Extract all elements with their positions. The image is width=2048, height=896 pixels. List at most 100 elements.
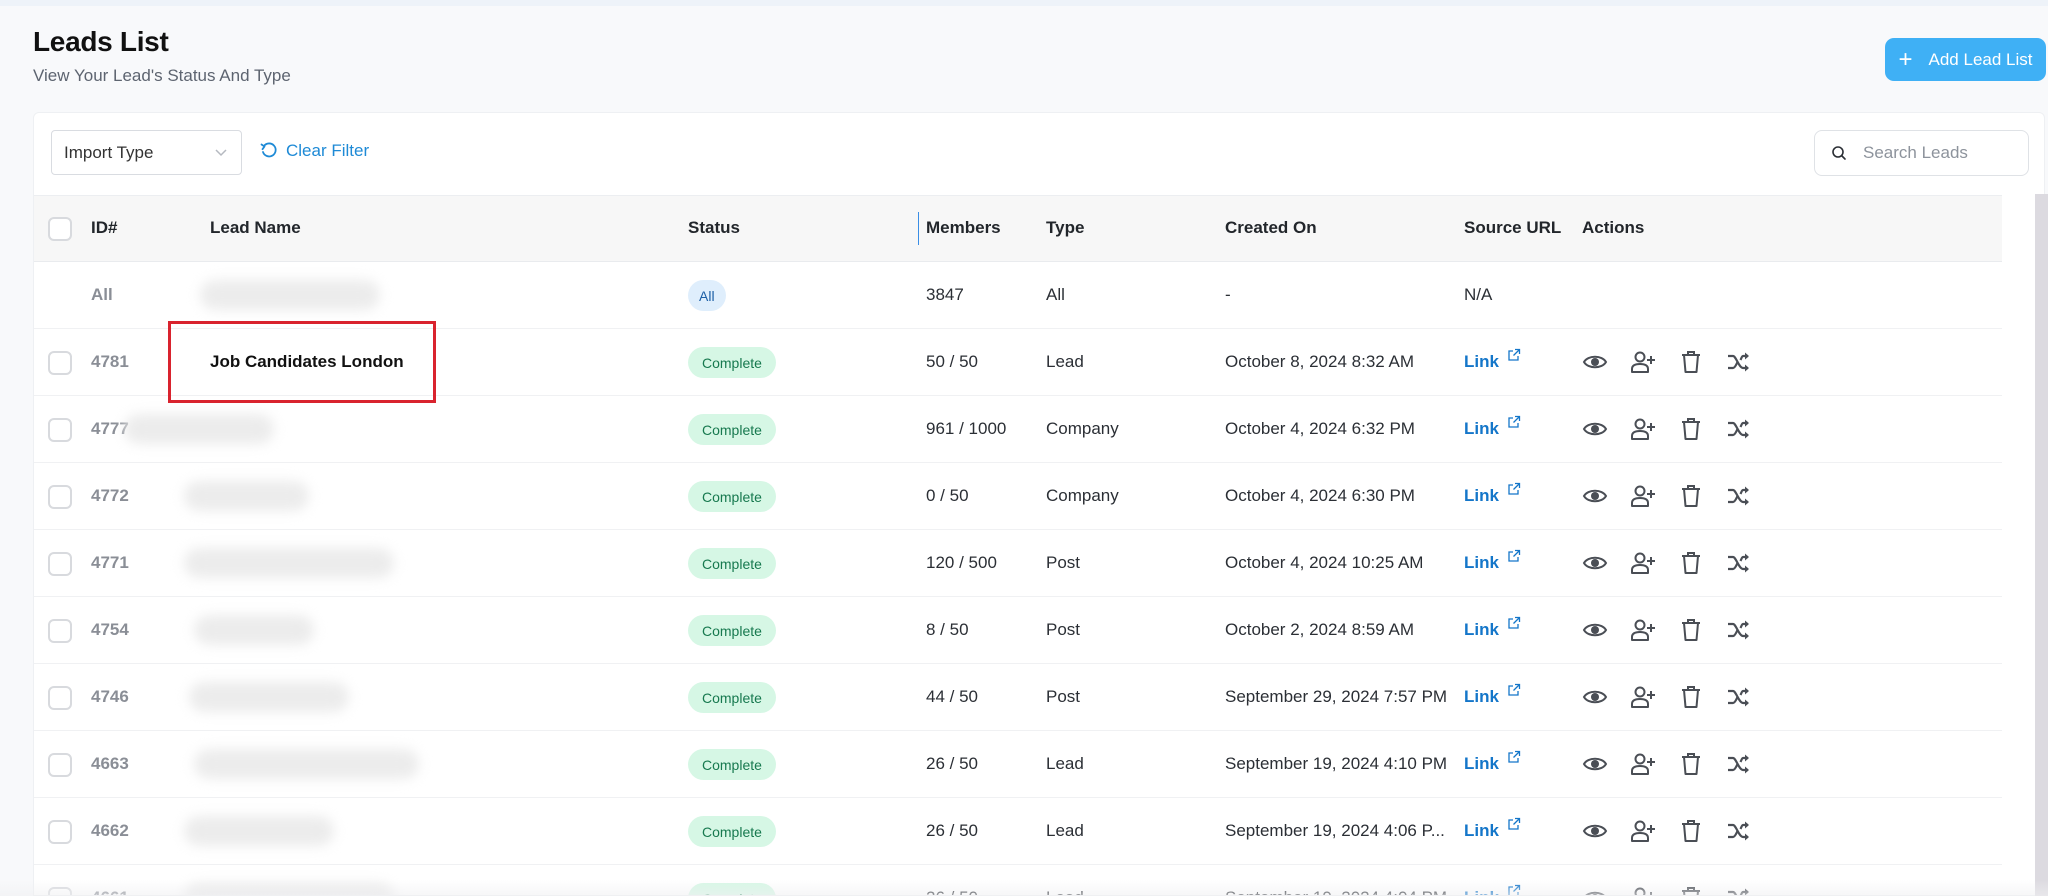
table-row[interactable]: 4662 Complete 26 / 50 Lead September 19,… [34, 798, 2002, 865]
page-header: Leads List View Your Lead's Status And T… [33, 26, 291, 86]
row-checkbox[interactable] [48, 753, 72, 777]
source-link[interactable]: Link [1464, 884, 1521, 895]
lead-type: Lead [1046, 352, 1084, 371]
external-link-icon [1508, 884, 1521, 895]
eye-icon[interactable] [1582, 349, 1608, 375]
table-row[interactable]: 4771 Complete 120 / 500 Post October 4, … [34, 530, 2002, 597]
vertical-scrollbar[interactable] [2035, 194, 2048, 896]
shuffle-icon[interactable] [1726, 684, 1752, 710]
add-user-icon[interactable] [1630, 818, 1656, 844]
column-header-status[interactable]: Status [688, 218, 740, 238]
eye-icon[interactable] [1582, 684, 1608, 710]
shuffle-icon[interactable] [1726, 818, 1752, 844]
row-checkbox[interactable] [48, 351, 72, 375]
table-row[interactable]: 4754 Complete 8 / 50 Post October 2, 202… [34, 597, 2002, 664]
source-link-label: Link [1464, 486, 1499, 505]
created-on: October 2, 2024 8:59 AM [1225, 620, 1415, 639]
add-lead-list-button[interactable]: + Add Lead List [1885, 38, 2046, 81]
add-user-icon[interactable] [1630, 349, 1656, 375]
table-row[interactable]: 4661 Complete 26 / 50 Lead September 19,… [34, 865, 2002, 895]
row-actions [1582, 751, 1752, 777]
select-all-checkbox[interactable] [48, 217, 72, 241]
source-link[interactable]: Link [1464, 750, 1521, 774]
table-row[interactable]: 4777 Complete 961 / 1000 Company October… [34, 396, 2002, 463]
shuffle-icon[interactable] [1726, 885, 1752, 895]
external-link-icon [1508, 817, 1521, 830]
source-link[interactable]: Link [1464, 817, 1521, 841]
add-user-icon[interactable] [1630, 684, 1656, 710]
add-user-icon[interactable] [1630, 550, 1656, 576]
shuffle-icon[interactable] [1726, 349, 1752, 375]
clear-filter-button[interactable]: Clear Filter [260, 141, 369, 161]
blurred-lead-name [194, 749, 419, 779]
column-header-type[interactable]: Type [1046, 218, 1084, 238]
column-resize-handle[interactable] [918, 212, 919, 245]
source-link[interactable]: Link [1464, 616, 1521, 640]
source-link[interactable]: Link [1464, 348, 1521, 372]
row-checkbox[interactable] [48, 418, 72, 442]
shuffle-icon[interactable] [1726, 416, 1752, 442]
row-checkbox[interactable] [48, 820, 72, 844]
source-link[interactable]: Link [1464, 683, 1521, 707]
trash-icon[interactable] [1678, 416, 1704, 442]
lead-type: Lead [1046, 888, 1084, 895]
source-link[interactable]: Link [1464, 415, 1521, 439]
created-on: September 19, 2024 4:06 P... [1225, 821, 1445, 840]
import-type-select[interactable]: Import Type [51, 130, 242, 175]
trash-icon[interactable] [1678, 483, 1704, 509]
row-id: 4772 [91, 486, 129, 505]
trash-icon[interactable] [1678, 751, 1704, 777]
status-badge: Complete [688, 682, 776, 713]
shuffle-icon[interactable] [1726, 483, 1752, 509]
add-user-icon[interactable] [1630, 617, 1656, 643]
column-header-source-url[interactable]: Source URL [1464, 218, 1561, 238]
blurred-lead-name [194, 615, 314, 645]
search-box[interactable] [1814, 130, 2029, 176]
trash-icon[interactable] [1678, 818, 1704, 844]
table-row[interactable]: 4746 Complete 44 / 50 Post September 29,… [34, 664, 2002, 731]
table-row[interactable]: 4663 Complete 26 / 50 Lead September 19,… [34, 731, 2002, 798]
table-row[interactable]: 4781 Job Candidates London Complete 50 /… [34, 329, 2002, 396]
trash-icon[interactable] [1678, 349, 1704, 375]
page-subtitle: View Your Lead's Status And Type [33, 66, 291, 85]
column-header-created-on[interactable]: Created On [1225, 218, 1317, 238]
eye-icon[interactable] [1582, 818, 1608, 844]
search-input[interactable] [1863, 143, 2013, 163]
add-user-icon[interactable] [1630, 483, 1656, 509]
source-link[interactable]: Link [1464, 482, 1521, 506]
row-checkbox[interactable] [48, 686, 72, 710]
trash-icon[interactable] [1678, 617, 1704, 643]
created-on: October 4, 2024 6:32 PM [1225, 419, 1415, 438]
column-header-lead-name[interactable]: Lead Name [210, 218, 301, 238]
add-user-icon[interactable] [1630, 751, 1656, 777]
column-header-members[interactable]: Members [926, 218, 1001, 238]
add-user-icon[interactable] [1630, 885, 1656, 895]
row-checkbox[interactable] [48, 552, 72, 576]
shuffle-icon[interactable] [1726, 617, 1752, 643]
row-checkbox[interactable] [48, 887, 72, 895]
row-checkbox[interactable] [48, 619, 72, 643]
trash-icon[interactable] [1678, 684, 1704, 710]
column-header-id[interactable]: ID# [91, 218, 117, 238]
table-row[interactable]: 4772 Complete 0 / 50 Company October 4, … [34, 463, 2002, 530]
row-id: 4746 [91, 687, 129, 706]
trash-icon[interactable] [1678, 885, 1704, 895]
eye-icon[interactable] [1582, 550, 1608, 576]
row-checkbox[interactable] [48, 485, 72, 509]
leads-table: ID# Lead Name Status Members Type Create… [34, 195, 2002, 895]
trash-icon[interactable] [1678, 550, 1704, 576]
summary-row[interactable]: All All 3847 All - N/A [34, 262, 2002, 329]
shuffle-icon[interactable] [1726, 550, 1752, 576]
row-id: 4771 [91, 553, 129, 572]
eye-icon[interactable] [1582, 483, 1608, 509]
lead-name[interactable]: Job Candidates London [210, 352, 404, 372]
eye-icon[interactable] [1582, 416, 1608, 442]
add-user-icon[interactable] [1630, 416, 1656, 442]
shuffle-icon[interactable] [1726, 751, 1752, 777]
eye-icon[interactable] [1582, 885, 1608, 895]
eye-icon[interactable] [1582, 617, 1608, 643]
lead-type: Lead [1046, 821, 1084, 840]
eye-icon[interactable] [1582, 751, 1608, 777]
blurred-lead-name [124, 414, 274, 444]
source-link[interactable]: Link [1464, 549, 1521, 573]
